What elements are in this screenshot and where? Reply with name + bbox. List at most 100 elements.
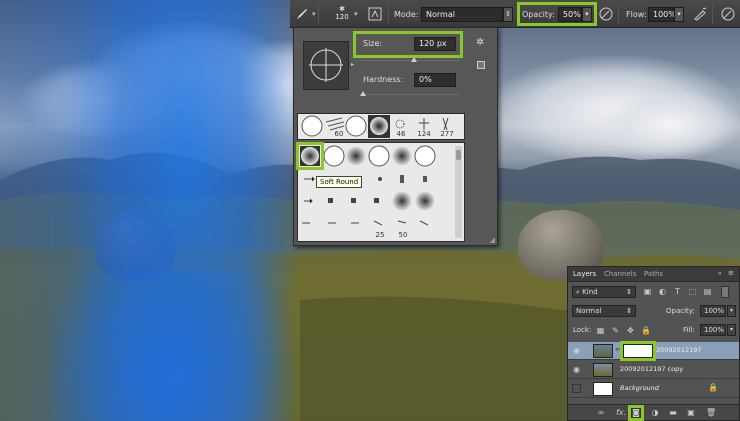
preset-size-label: 46 xyxy=(396,130,406,138)
blend-mode-value: Normal xyxy=(576,307,602,315)
tab-channels[interactable]: Channels xyxy=(604,270,636,278)
hardness-label: Hardness: xyxy=(363,75,404,84)
opacity-label: Opacity: xyxy=(522,9,555,19)
layer-row-selected[interactable]: ◉ ∞ 20092012197 xyxy=(568,341,739,361)
brush-preset-picker: ▸ Size: 120 px Hardness: 0% ✲ 60 46 124 xyxy=(293,27,498,246)
layer-opacity-input[interactable]: 100% xyxy=(700,305,726,317)
toggle-brush-panel-icon[interactable] xyxy=(368,6,382,22)
layer-lock-icon: 🔒 xyxy=(708,383,718,392)
size-label: Size: xyxy=(363,39,383,48)
size-input[interactable]: 120 px xyxy=(414,37,456,51)
tab-paths[interactable]: Paths xyxy=(644,270,663,278)
separator xyxy=(712,4,713,24)
filter-adjustment-icon[interactable]: ◐ xyxy=(658,287,667,296)
tab-layers[interactable]: Layers xyxy=(573,270,596,278)
layer-thumbnail xyxy=(593,363,613,377)
add-layer-mask-icon[interactable]: ◙ xyxy=(628,405,644,421)
adjustment-layer-icon[interactable]: ◑ xyxy=(650,408,660,418)
collapse-icon[interactable]: » xyxy=(718,270,722,277)
filter-type-icon[interactable]: T xyxy=(673,287,682,296)
layer-mask-thumbnail[interactable] xyxy=(620,341,656,361)
layer-thumbnail xyxy=(593,344,613,358)
scroll-thumb[interactable] xyxy=(456,150,461,160)
opacity-input[interactable]: 50% xyxy=(557,6,582,22)
lock-transparent-icon[interactable]: ▦ xyxy=(596,326,605,335)
separator xyxy=(618,4,619,24)
preset-size-label: 60 xyxy=(334,130,344,138)
trash-icon[interactable]: 🗑 xyxy=(706,408,716,418)
lock-all-icon[interactable]: 🔒 xyxy=(641,326,651,335)
preset-size-label: 277 xyxy=(440,130,454,138)
fill-chevron-icon[interactable]: ▾ xyxy=(727,324,736,336)
mode-value: Normal xyxy=(421,6,503,22)
new-preset-icon[interactable] xyxy=(477,61,485,69)
separator xyxy=(318,4,319,24)
filter-shape-icon[interactable]: ⬚ xyxy=(688,287,697,296)
filter-smart-object-icon[interactable]: ▤ xyxy=(703,287,712,296)
layer-row[interactable]: ◉ 20092012197 copy xyxy=(568,361,739,379)
flow-input[interactable]: 100% xyxy=(648,6,676,22)
lock-image-icon[interactable]: ✎ xyxy=(611,326,620,335)
filter-chevron-icon: ⇕ xyxy=(626,288,632,296)
panel-menu-icon[interactable]: ≡ xyxy=(728,269,734,277)
layers-panel-footer: ∞ fx. ◙ ◑ ▬ ▣ 🗑 xyxy=(568,404,739,421)
size-slider-thumb[interactable] xyxy=(411,57,417,62)
brush-tool-icon[interactable]: ▾ xyxy=(294,6,316,22)
recent-brush-strip: 60 46 124 277 xyxy=(297,113,465,140)
lock-label: Lock: xyxy=(573,326,592,334)
blue-path-overlay xyxy=(50,270,300,421)
preset-scrollbar[interactable] xyxy=(455,146,462,238)
layer-thumbnail xyxy=(593,382,613,396)
pressure-size-icon[interactable] xyxy=(720,6,736,22)
blend-mode-select[interactable]: Normal ⇕ xyxy=(572,305,636,317)
pressure-opacity-icon[interactable] xyxy=(598,6,614,22)
filter-pixel-icon[interactable]: ▣ xyxy=(643,287,652,296)
layer-name[interactable]: 20092012197 xyxy=(656,346,702,354)
preset-size-label: 50 xyxy=(398,231,408,239)
brush-preset-grid: 25 50 xyxy=(297,142,465,242)
visibility-eye-icon[interactable]: ◉ xyxy=(572,365,581,374)
opacity-label: Opacity: xyxy=(666,307,695,315)
lock-position-icon[interactable]: ✥ xyxy=(626,326,635,335)
new-layer-icon[interactable]: ▣ xyxy=(686,408,696,418)
blend-chevron-icon: ⇕ xyxy=(626,307,632,315)
fill-input[interactable]: 100% xyxy=(700,324,726,336)
gear-icon[interactable]: ✲ xyxy=(476,37,484,48)
layers-panel: Layers Channels Paths » ≡ ⌕ Kind ⇕ ▣ ◐ T… xyxy=(567,266,740,421)
layer-row-background[interactable]: Background 🔒 xyxy=(568,380,739,398)
mode-label: Mode: xyxy=(394,9,419,19)
layer-opacity-chevron-icon[interactable]: ▾ xyxy=(727,305,736,317)
layer-name[interactable]: Background xyxy=(620,384,659,392)
fx-icon[interactable]: fx. xyxy=(614,408,628,418)
hardness-slider-thumb[interactable] xyxy=(360,91,366,96)
options-bar: ▾ ✱ 120 ▾ Mode: Normal ⇕ Opacity: 50% ▾ … xyxy=(290,0,740,28)
airbrush-icon[interactable] xyxy=(692,6,708,22)
link-chain-icon[interactable]: ∞ xyxy=(615,346,620,353)
filter-kind-select[interactable]: ⌕ Kind ⇕ xyxy=(572,286,636,298)
mode-select[interactable]: Normal ⇕ xyxy=(421,6,513,22)
visibility-eye-icon[interactable]: ◉ xyxy=(572,346,581,355)
brush-angle-preview[interactable] xyxy=(303,41,349,90)
flow-chevron-icon[interactable]: ▾ xyxy=(674,6,684,22)
soft-round-preset-selected[interactable] xyxy=(296,142,324,170)
filter-toggle[interactable] xyxy=(721,286,729,298)
preset-size-label: 124 xyxy=(417,130,431,138)
preset-tooltip: Soft Round xyxy=(316,176,363,188)
hardness-slider-track[interactable] xyxy=(362,94,460,95)
resize-grip-icon[interactable]: ◢ xyxy=(490,236,495,244)
brush-dot-icon: ✱ xyxy=(339,5,345,13)
opacity-chevron-icon[interactable]: ▾ xyxy=(581,6,592,22)
brush-size-readout: 120 xyxy=(335,13,349,21)
hardness-input[interactable]: 0% xyxy=(414,73,456,87)
mode-chevron-icon: ⇕ xyxy=(503,6,513,22)
link-layers-icon[interactable]: ∞ xyxy=(596,408,606,418)
layer-name[interactable]: 20092012197 copy xyxy=(620,365,683,373)
visibility-off-box[interactable] xyxy=(572,384,581,393)
separator xyxy=(388,4,389,24)
opacity-control[interactable]: Opacity: 50% ▾ xyxy=(517,2,597,26)
new-group-icon[interactable]: ▬ xyxy=(668,408,678,418)
layers-panel-tabs: Layers Channels Paths » ≡ xyxy=(568,267,739,282)
brush-picker-chevron-down-icon[interactable]: ▾ xyxy=(354,6,358,22)
flow-control[interactable]: 100% ▾ xyxy=(648,6,684,22)
preview-arrow-icon: ▸ xyxy=(351,61,355,68)
